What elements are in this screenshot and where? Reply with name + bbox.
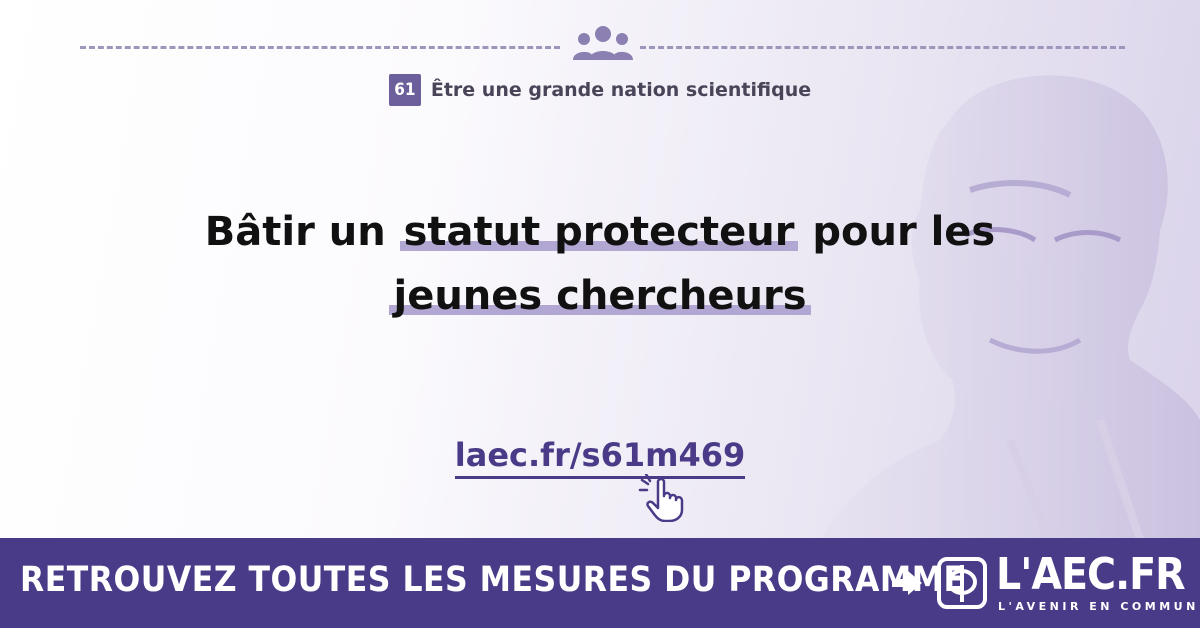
category-title: Être une grande nation scientifique bbox=[430, 79, 812, 101]
top-rule-right bbox=[640, 46, 1125, 49]
logo-wordmark: L'AEC.FR bbox=[996, 549, 1186, 600]
short-link[interactable]: laec.fr/s61m469 bbox=[454, 436, 746, 479]
category-line: 61 Être une grande nation scientifique bbox=[0, 74, 1200, 106]
share-card: 61 Être une grande nation scientifique B… bbox=[0, 0, 1200, 628]
headline: Bâtir un statut protecteur pour les jeun… bbox=[110, 200, 1090, 328]
people-group-icon bbox=[573, 26, 633, 60]
pointing-hand-click-icon bbox=[638, 474, 684, 522]
category-number-badge: 61 bbox=[388, 74, 421, 106]
logo-subtitle: L'AVENIR EN COMMUN bbox=[998, 600, 1199, 613]
top-rule-left bbox=[80, 46, 560, 49]
banner-text: RETROUVEZ TOUTES LES MESURES DU PROGRAMM… bbox=[20, 560, 966, 600]
arrow-right-icon bbox=[892, 571, 922, 595]
headline-part2: pour les bbox=[798, 209, 996, 255]
footer-banner[interactable]: RETROUVEZ TOUTES LES MESURES DU PROGRAMM… bbox=[0, 538, 1200, 628]
phi-logo-icon bbox=[937, 557, 987, 609]
headline-part1: Bâtir un bbox=[204, 209, 400, 255]
short-link-row: laec.fr/s61m469 bbox=[0, 436, 1200, 479]
headline-highlight1: statut protecteur bbox=[399, 209, 799, 255]
headline-highlight2: jeunes chercheurs bbox=[389, 273, 811, 319]
